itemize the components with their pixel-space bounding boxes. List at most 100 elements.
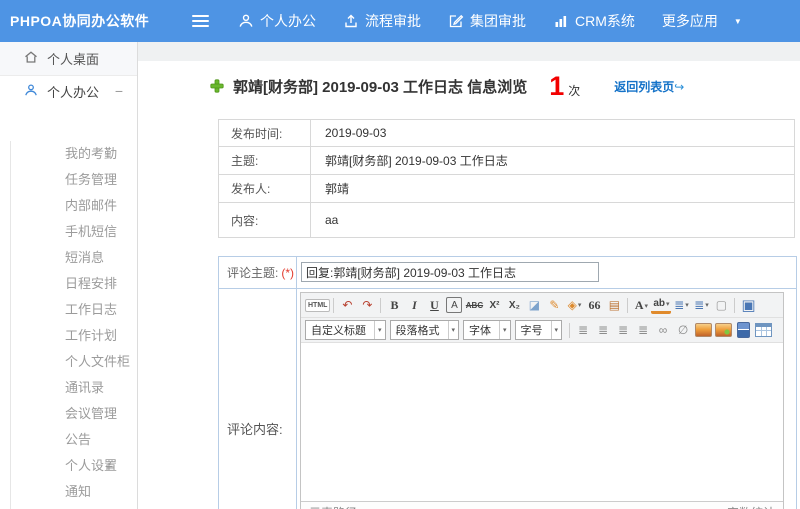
table-icon[interactable] — [753, 320, 773, 340]
content-top-strip — [138, 42, 800, 61]
unordered-list-icon[interactable]: ≣ ▾ — [691, 295, 711, 315]
sidebar-item[interactable]: 工作日志 — [11, 297, 137, 323]
image-icon[interactable] — [693, 320, 713, 340]
align-left-icon[interactable]: ≣ — [573, 320, 593, 340]
nav-item-5[interactable]: 更多应用 ▼ — [662, 11, 742, 31]
sidebar-item[interactable]: 大事记 — [11, 505, 137, 509]
comment-subject-input[interactable] — [301, 262, 599, 282]
comment-subject-row: 评论主题: (*) — [219, 257, 796, 289]
info-row-label: 内容: — [218, 202, 311, 238]
sidebar-item[interactable]: 短消息 — [11, 245, 137, 271]
sidebar-section-personal-office[interactable]: 个人办公 − — [0, 76, 137, 106]
font-name-icon[interactable]: A — [446, 297, 463, 313]
paragraph-format-select[interactable]: 段落格式 ▾ — [389, 320, 460, 340]
sidebar-item[interactable]: 日程安排 — [11, 271, 137, 297]
html-source-icon[interactable]: HTML — [305, 298, 331, 312]
view-count-unit: 次 — [568, 83, 581, 98]
sidebar-item[interactable]: 我的考勤 — [11, 141, 137, 167]
highlight-color-icon[interactable]: ab ▾ — [651, 297, 672, 314]
info-row-label: 发布时间: — [218, 119, 311, 147]
sidebar-desktop-label: 个人桌面 — [47, 52, 100, 67]
subscript-icon[interactable]: X₂ — [504, 295, 524, 315]
sidebar-item-label: 会议管理 — [65, 406, 118, 421]
unlink-icon[interactable]: ∅ — [673, 320, 693, 340]
nav-item-label: 更多应用 — [661, 13, 718, 29]
comment-content-label: 评论内容: — [219, 289, 297, 509]
align-right-icon[interactable]: ≣ — [613, 320, 633, 340]
font-color-icon[interactable]: A ▾ — [631, 295, 651, 315]
sidebar-item[interactable]: 工作计划 — [11, 323, 137, 349]
info-row-label: 发布人: — [218, 174, 311, 203]
font-size-select[interactable]: 字号 ▾ — [514, 320, 563, 340]
fullscreen-icon[interactable]: ▣ — [738, 295, 758, 315]
multi-image-icon — [714, 323, 732, 337]
bold-icon[interactable]: B — [384, 295, 404, 315]
sidebar-item-label: 通讯录 — [65, 380, 105, 395]
nav-item-label: 个人办公 — [260, 13, 316, 29]
link-icon[interactable]: ∞ — [653, 320, 673, 340]
heading-select[interactable]: 自定义标题 ▾ — [305, 320, 386, 340]
strikethrough-icon[interactable]: ABC — [464, 295, 484, 315]
sidebar-item[interactable]: 手机短信 — [11, 219, 137, 245]
toolbar-separator — [627, 297, 629, 313]
ordered-list-icon[interactable]: ≣ ▾ — [671, 295, 691, 315]
redo-icon[interactable]: ↷ — [357, 295, 377, 315]
toolbar-separator — [734, 297, 736, 313]
sidebar-item[interactable]: 公告 — [11, 427, 137, 453]
caret-down-icon: ▼ — [733, 16, 742, 26]
font-family-select[interactable]: 字体 ▾ — [463, 320, 511, 340]
superscript-icon[interactable]: X² — [484, 295, 504, 315]
sidebar-item[interactable]: 任务管理 — [11, 167, 137, 193]
sidebar-item-label: 任务管理 — [65, 172, 118, 187]
info-row-value: 郭靖[财务部] 2019-09-03 工作日志 — [310, 146, 795, 175]
sidebar-item[interactable]: 通讯录 — [11, 375, 137, 401]
nav-item-3[interactable]: 集团审批 — [448, 11, 526, 31]
nav-item-2[interactable]: 流程审批 — [343, 11, 421, 31]
home-icon — [24, 50, 38, 67]
editor-content-area[interactable] — [301, 343, 783, 502]
back-to-list-link[interactable]: 返回列表页↪ — [614, 78, 684, 95]
remove-format-eraser-icon[interactable]: ◪ — [524, 295, 544, 315]
caret-down-icon: ▾ — [447, 321, 455, 339]
sidebar-item-desktop[interactable]: 个人桌面 — [0, 42, 137, 76]
sidebar-item[interactable]: 个人设置 + — [11, 453, 137, 479]
quick-format-icon[interactable]: ◈ ▾ — [564, 295, 584, 315]
required-mark: (*) — [281, 265, 295, 280]
paste-text-icon[interactable]: ▤ — [604, 295, 624, 315]
caret-down-icon: ▾ — [550, 321, 558, 339]
sidebar-item-label: 日程安排 — [65, 276, 118, 291]
toolbar-separator — [380, 297, 382, 313]
view-count: 1 — [549, 70, 565, 101]
rich-text-editor: HTML ↶ ↷ B I U A ABC X² X₂ ◪ ✎ ◈ ▾ 66 ▤ A ▾ ab ▾ ≣ ▾ ≣ ▾ ▢ ▣ 自定义标… — [300, 292, 784, 509]
multi-image-icon[interactable] — [713, 320, 733, 340]
align-justify-icon[interactable]: ≣ — [633, 320, 653, 340]
sidebar-item[interactable]: 通知 — [11, 479, 137, 505]
toolbar-separator — [569, 322, 571, 338]
italic-icon[interactable]: I — [404, 295, 424, 315]
undo-icon[interactable]: ↶ — [337, 295, 357, 315]
blockquote-icon[interactable]: 66 — [584, 295, 604, 315]
collapse-minus-icon[interactable]: − — [115, 83, 123, 99]
nav-item-1[interactable]: 个人办公 — [238, 11, 316, 31]
menu-toggle-hamburger-icon[interactable] — [192, 15, 209, 27]
nav-item-4[interactable]: CRM系统 — [553, 11, 635, 31]
info-row-value: 郭靖 — [310, 174, 795, 203]
group-approval-icon — [448, 13, 464, 29]
sidebar-item-label: 短消息 — [65, 250, 105, 265]
top-navigation: 个人办公 流程审批 集团审批 CRM系统 更多应用 ▼ — [238, 0, 742, 42]
table-icon — [754, 323, 772, 337]
view-count-group: 1 次 — [549, 70, 581, 101]
align-center-icon[interactable]: ≣ — [593, 320, 613, 340]
new-document-icon[interactable]: ▢ — [711, 295, 731, 315]
table-row: 发布人: 郭靖 — [218, 174, 795, 203]
nav-item-label: 流程审批 — [365, 13, 421, 29]
sidebar-item[interactable]: 会议管理 — [11, 401, 137, 427]
media-icon — [736, 322, 750, 338]
format-brush-icon[interactable]: ✎ — [544, 295, 564, 315]
underline-icon[interactable]: U — [424, 295, 444, 315]
media-icon[interactable] — [733, 320, 753, 340]
expand-plus-icon[interactable]: + — [105, 453, 113, 479]
table-row: 内容: aa — [218, 202, 795, 238]
sidebar-item[interactable]: 个人文件柜 — [11, 349, 137, 375]
sidebar-item[interactable]: 内部邮件 — [11, 193, 137, 219]
